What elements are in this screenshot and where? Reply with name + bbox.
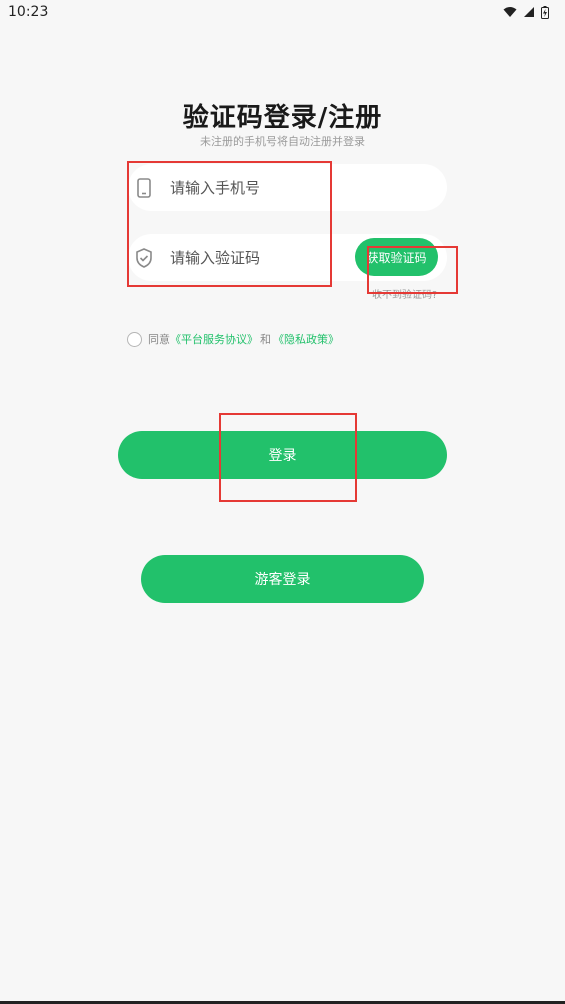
- agreement-radio[interactable]: [127, 331, 142, 347]
- signal-icon: [524, 7, 534, 17]
- phone-field[interactable]: [128, 164, 447, 211]
- agreement-row: 同意 《平台服务协议》 和 《隐私政策》: [127, 331, 339, 347]
- status-time: 10:23: [8, 4, 49, 20]
- code-input[interactable]: [170, 248, 340, 267]
- guest-login-button[interactable]: 游客登录: [141, 555, 424, 603]
- battery-icon: [541, 5, 549, 19]
- get-code-button[interactable]: 获取验证码: [355, 238, 438, 276]
- status-bar: 10:23: [0, 0, 565, 24]
- status-icons: [503, 5, 549, 19]
- agreement-and: 和: [260, 333, 271, 346]
- phone-input[interactable]: [170, 178, 340, 197]
- wifi-icon: [503, 7, 517, 17]
- page-title: 验证码登录/注册: [182, 103, 383, 133]
- page-subtitle: 未注册的手机号将自动注册并登录: [200, 135, 365, 148]
- service-agreement-link[interactable]: 《平台服务协议》: [170, 331, 258, 347]
- shield-icon: [128, 247, 160, 268]
- phone-icon: [128, 177, 160, 198]
- agreement-prefix: 同意: [148, 333, 170, 346]
- no-code-link[interactable]: 收不到验证码?: [372, 286, 437, 301]
- login-button[interactable]: 登录: [118, 431, 447, 479]
- privacy-policy-link[interactable]: 《隐私政策》: [273, 331, 339, 347]
